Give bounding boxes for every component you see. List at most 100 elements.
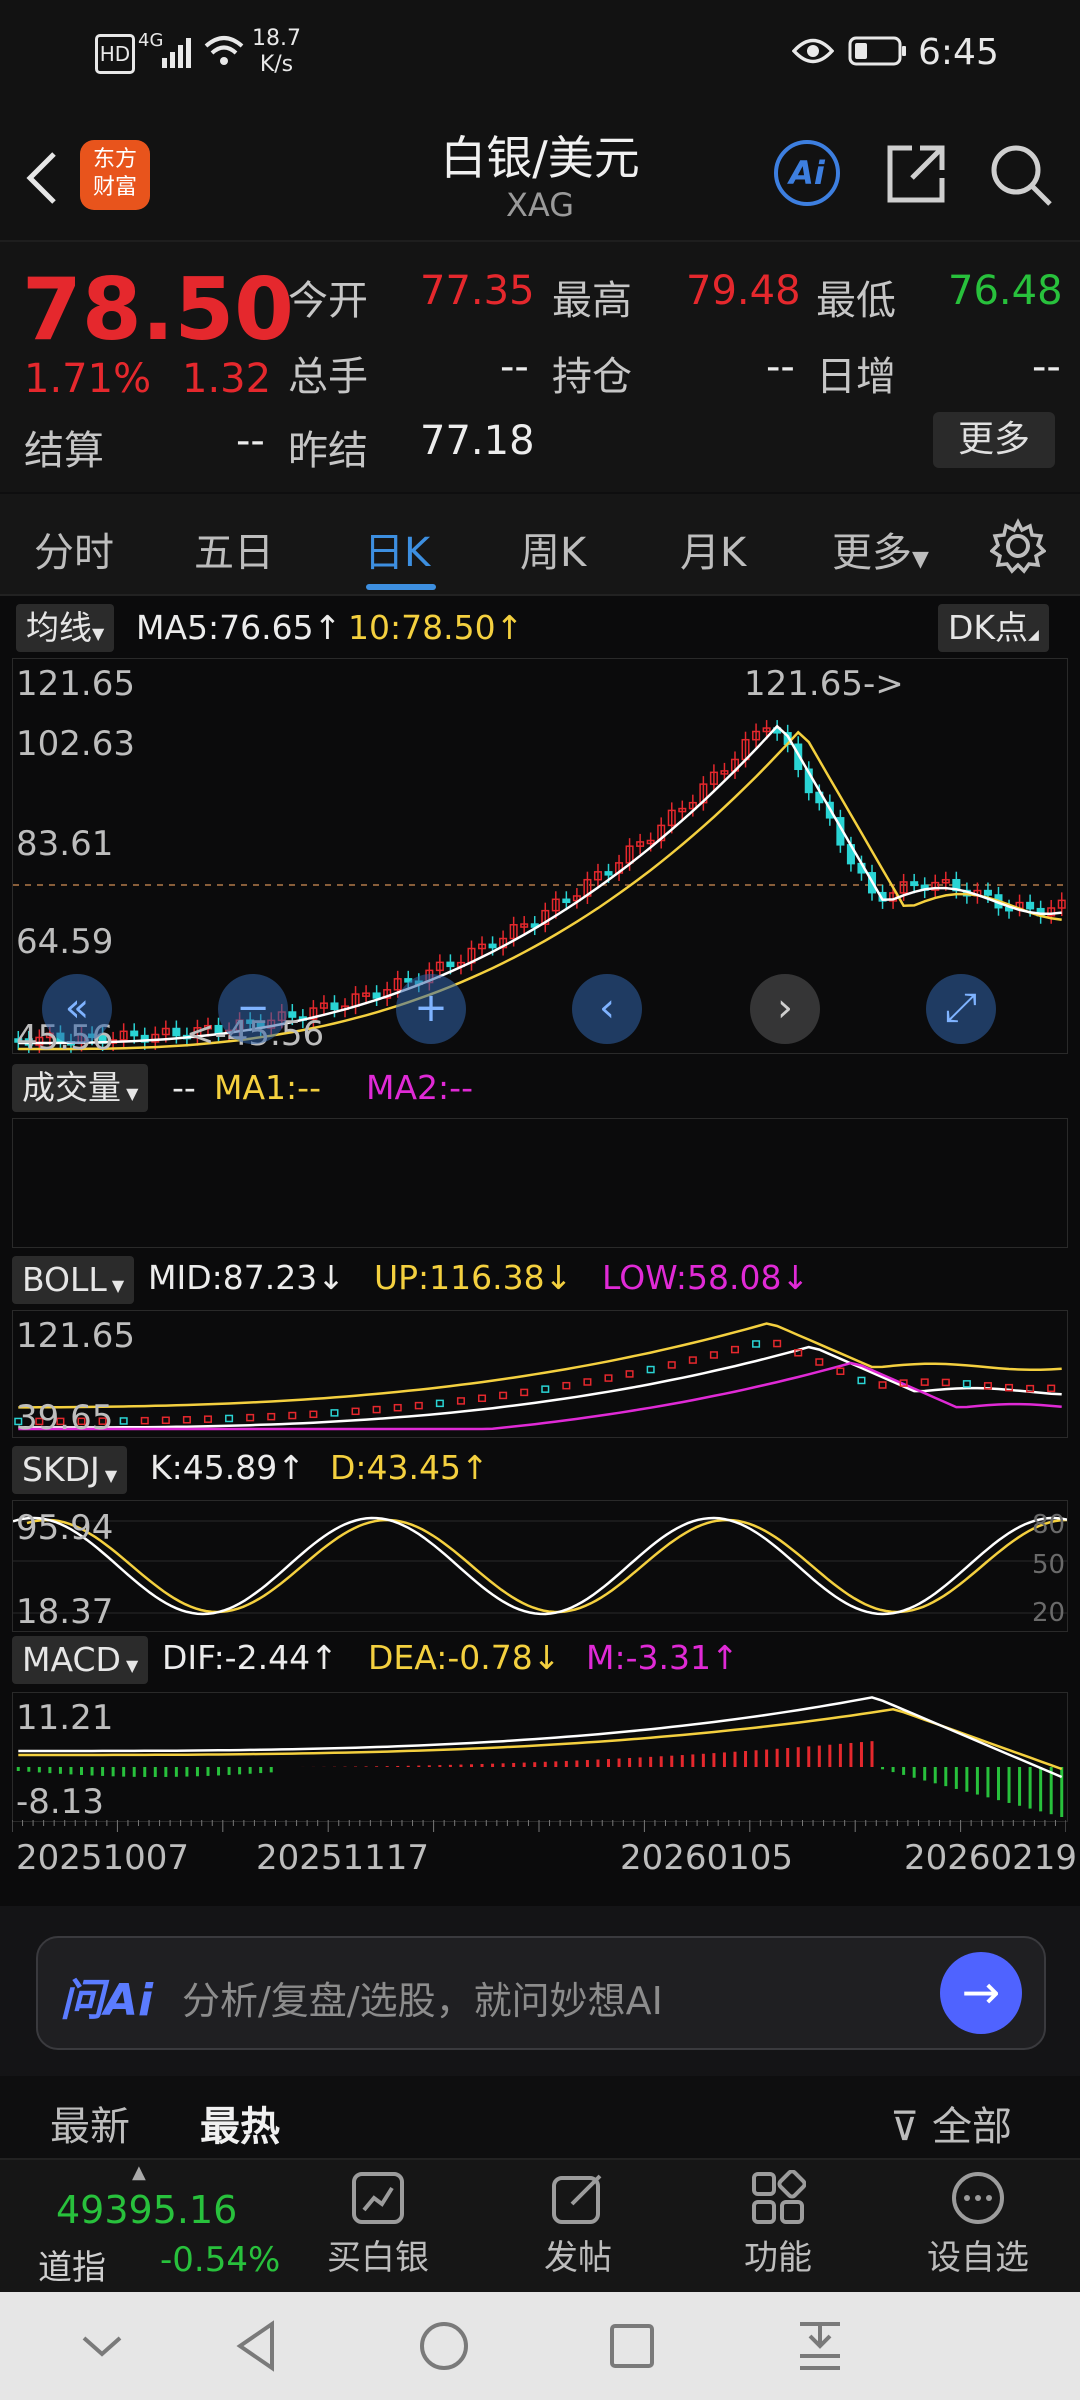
buy-silver-button[interactable]: 买白银 (318, 2170, 438, 2279)
arrow-up-icon: ↑ (277, 1448, 305, 1487)
functions-button[interactable]: 功能 (718, 2169, 838, 2279)
tab-intraday[interactable]: 分时 (34, 520, 114, 578)
skdj-d-value: D:43.45 (330, 1448, 462, 1487)
clock: 6:45 (918, 32, 999, 73)
boll-candle (203, 1415, 213, 1423)
boll-candle (435, 1399, 444, 1408)
nav-back-icon[interactable] (232, 2320, 280, 2372)
boll-candle (520, 1388, 529, 1397)
tab-daily-k[interactable]: 日K (364, 520, 430, 578)
boll-candle (752, 1340, 761, 1348)
boll-candle (288, 1411, 297, 1420)
volume-ma1: MA1:-- (214, 1068, 321, 1107)
boll-candle (119, 1417, 128, 1425)
tab-monthly-k[interactable]: 月K (680, 520, 746, 578)
boll-candle (730, 1345, 740, 1354)
boll-up-value: UP:116.38 (374, 1258, 545, 1297)
feed-filter[interactable]: ⊽ 全部 (890, 2094, 1012, 2152)
share-icon[interactable] (884, 142, 948, 206)
candle-body (604, 871, 613, 876)
skdj-chart[interactable] (12, 1500, 1068, 1632)
skdj-level-80: 80 (1032, 1510, 1066, 1540)
skdj-d-line (26, 1518, 1067, 1614)
dow-index-change[interactable]: -0.54% (160, 2240, 280, 2280)
buy-silver-label: 买白银 (327, 2238, 429, 2278)
nav-notification-pull-icon[interactable] (796, 2318, 844, 2374)
boll-mid-value: MID:87.23 (148, 1258, 318, 1297)
volume-dash: -- (172, 1068, 196, 1107)
position-label: 持仓 (552, 354, 632, 400)
nav-hide-keyboard-icon[interactable] (78, 2322, 126, 2370)
battery-icon (848, 36, 906, 66)
scroll-right-icon[interactable]: › (750, 974, 820, 1044)
feed-tab-latest[interactable]: 最新 (50, 2094, 130, 2152)
open-label: 今开 (288, 278, 368, 324)
skdj-selector[interactable]: SKDJ ▼ (12, 1446, 128, 1494)
boll-low-value: LOW:58.08 (602, 1258, 782, 1297)
add-watchlist-label: 设自选 (927, 2238, 1029, 2278)
tab-weekly-k[interactable]: 周K (520, 520, 586, 578)
boll-chart[interactable] (12, 1310, 1068, 1438)
ask-ai-input[interactable]: 问Ai 分析/复盘/选股，就问妙想AI → (36, 1936, 1046, 2050)
volume-selector[interactable]: 成交量 ▼ (12, 1064, 149, 1112)
scroll-left-icon[interactable]: ‹ (572, 974, 642, 1044)
ma-selector-label: 均线 (26, 608, 92, 647)
position-value: -- (766, 344, 795, 390)
post-button[interactable]: 发帖 (518, 2170, 638, 2279)
nav-home-icon[interactable] (418, 2320, 470, 2372)
boll-candle (456, 1397, 465, 1405)
kline-y-tick: 102.63 (16, 724, 135, 764)
x-date: 20260105 (620, 1838, 794, 1878)
macd-selector[interactable]: MACD ▼ (12, 1636, 149, 1684)
period-tabs: 分时 五日 日K 周K 月K 更多▼ (0, 494, 1080, 596)
x-date: 20260219 (904, 1838, 1078, 1878)
arrow-down-icon: ↓ (317, 1258, 345, 1297)
edit-icon (552, 2174, 602, 2224)
status-bar: HD 4G 18.7 K/s 6:45 (0, 0, 1080, 110)
volume-label: 总手 (288, 354, 368, 400)
kline-chart[interactable] (12, 658, 1068, 1054)
boll-candle (625, 1370, 634, 1378)
boll-candle (351, 1407, 360, 1416)
boll-candle (225, 1414, 234, 1423)
scroll-to-start-icon[interactable]: « (42, 974, 112, 1044)
ma-selector[interactable]: 均线▼ (16, 604, 115, 652)
skdj-k: K:45.89↑ (150, 1448, 305, 1487)
boll-candle (878, 1381, 887, 1389)
boll-candle (815, 1358, 824, 1366)
add-watchlist-button[interactable]: 设自选 (918, 2170, 1038, 2279)
dow-index-name[interactable]: 道指 (38, 2240, 106, 2289)
candle-body (562, 898, 571, 904)
candle-body (130, 1030, 139, 1037)
zoom-out-icon[interactable]: − (218, 974, 288, 1044)
tab-more[interactable]: 更多▼ (832, 520, 929, 578)
more-button[interactable]: 更多 (933, 412, 1055, 468)
boll-candle (962, 1380, 971, 1388)
caret-down-icon: ▼ (912, 547, 929, 572)
candle-body (910, 881, 919, 887)
prev-settle-label: 昨结 (288, 428, 368, 474)
boll-candle (140, 1416, 149, 1425)
volume-chart[interactable] (12, 1118, 1068, 1248)
boll-mid: MID:87.23↓ (148, 1258, 345, 1297)
search-icon[interactable] (988, 142, 1054, 208)
macd-chart[interactable] (12, 1692, 1068, 1822)
tab-five-day[interactable]: 五日 (194, 520, 274, 578)
dk-point-button[interactable]: DK点◢ (938, 604, 1049, 652)
skdj-level-20: 20 (1032, 1598, 1066, 1628)
collapse-caret-icon[interactable]: ▲ (132, 2162, 146, 2183)
nav-recents-icon[interactable] (608, 2322, 656, 2370)
submit-arrow-icon[interactable]: → (940, 1952, 1022, 2034)
settings-gear-icon[interactable] (990, 518, 1046, 574)
ai-button[interactable]: Ai (774, 140, 840, 206)
dow-index-value[interactable]: 49395.16 (56, 2188, 237, 2232)
boll-candle (646, 1365, 655, 1374)
boll-candle (267, 1412, 276, 1421)
boll-selector[interactable]: BOLL ▼ (12, 1256, 135, 1304)
zoom-in-icon[interactable]: + (396, 974, 466, 1044)
kline-y-tick: 64.59 (16, 922, 114, 962)
feed-tab-hot[interactable]: 最热 (200, 2094, 280, 2152)
caret-down-icon: ▼ (92, 624, 105, 643)
dk-point-label: DK点 (948, 608, 1029, 647)
fullscreen-icon[interactable]: ⤢ (926, 974, 996, 1044)
